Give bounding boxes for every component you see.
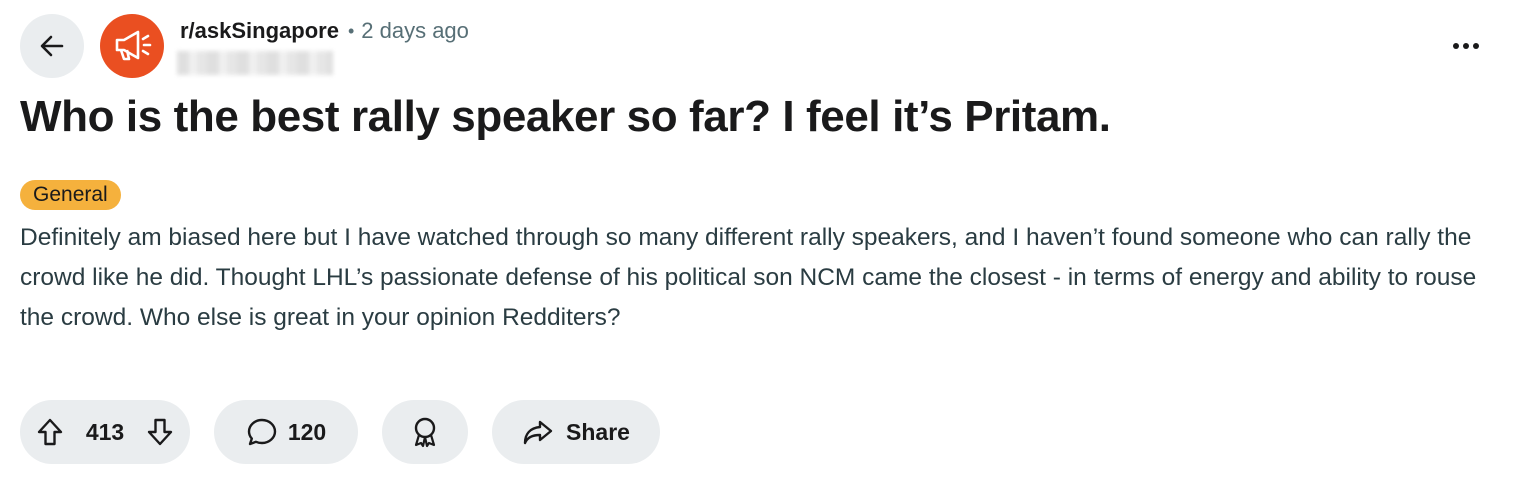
post-page: r/askSingapore • 2 days ago Who is the b… — [0, 0, 1514, 482]
comment-count: 120 — [287, 418, 327, 445]
arrow-left-icon — [40, 35, 64, 57]
subreddit-avatar[interactable] — [100, 14, 164, 78]
share-arrow-icon — [523, 420, 553, 445]
arrow-down-icon — [147, 418, 173, 446]
vote-control: 413 — [20, 400, 190, 464]
post-body: Definitely am biased here but I have wat… — [20, 224, 1477, 331]
post-title: Who is the best rally speaker so far? I … — [20, 92, 1111, 141]
author-username-redacted — [177, 51, 333, 75]
post-actions: 413 120 Share — [20, 400, 660, 464]
post-meta: r/askSingapore • 2 days ago — [180, 16, 469, 46]
vote-count: 413 — [85, 418, 125, 445]
back-button[interactable] — [20, 14, 84, 78]
post-flair[interactable]: General — [20, 180, 121, 210]
downvote-button[interactable] — [146, 417, 174, 447]
ellipsis-icon — [1453, 43, 1479, 49]
upvote-button[interactable] — [36, 417, 64, 447]
megaphone-icon — [115, 30, 152, 61]
arrow-up-icon — [37, 418, 63, 446]
share-label: Share — [566, 418, 630, 445]
post-time: 2 days ago — [361, 18, 469, 43]
more-options-button[interactable] — [1444, 28, 1488, 64]
speech-bubble-icon — [247, 418, 277, 446]
award-button[interactable] — [382, 400, 468, 464]
subreddit-link[interactable]: r/askSingapore — [180, 16, 339, 46]
comments-button[interactable]: 120 — [214, 400, 358, 464]
award-ribbon-icon — [414, 417, 436, 448]
share-button[interactable]: Share — [492, 400, 660, 464]
meta-separator: • — [347, 21, 355, 41]
